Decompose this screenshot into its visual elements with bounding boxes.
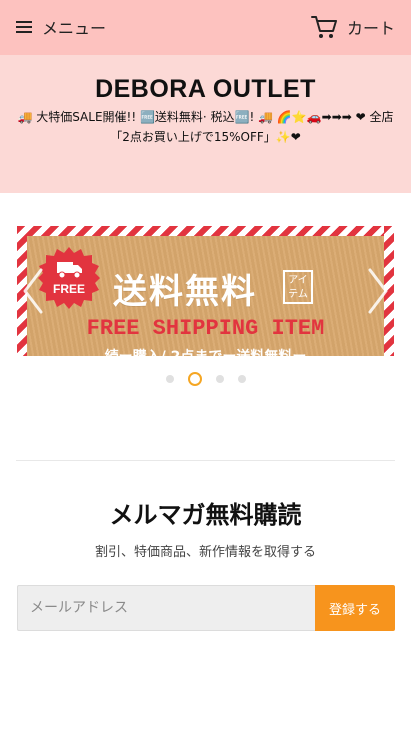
slider-prev-arrow-icon[interactable] — [21, 266, 45, 316]
cart-label: カート — [346, 19, 395, 38]
section-divider — [16, 460, 395, 461]
banner-title: 送料無料 — [113, 272, 257, 312]
store-logo[interactable]: DEBORA OUTLET — [0, 75, 411, 104]
subscribe-button[interactable]: 登録する — [315, 585, 395, 631]
promo-slider: FREE 送料無料 アイテム FREE SHIPPING ITEM 続ー購入/ … — [17, 226, 394, 356]
announcement-text: 🚚 大特価SALE開催!! 🆓送料無料· 税込🆓! 🚚 🌈⭐🚗➡➡➡ ❤ 全店「… — [17, 110, 394, 144]
hamburger-icon — [16, 20, 32, 34]
slider-dot-4[interactable] — [237, 375, 246, 383]
banner-tag: アイテム — [283, 270, 313, 304]
slider-dot-2[interactable] — [187, 372, 202, 386]
banner-footer-text: 続ー購入/ 2点までー送料無料ー — [17, 346, 394, 356]
top-bar: メニュー カート — [0, 0, 411, 55]
badge-free-text: FREE — [52, 282, 85, 296]
slider-dots — [0, 372, 411, 386]
newsletter-description: 割引、特価商品、新作情報を取得する — [94, 545, 316, 560]
menu-button[interactable]: メニュー — [16, 15, 106, 39]
store-header: DEBORA OUTLET 🚚 大特価SALE開催!! 🆓送料無料· 税込🆓! … — [0, 55, 411, 193]
newsletter-title: メルマガ無料購読 — [109, 501, 302, 529]
banner-subtitle: FREE SHIPPING ITEM — [86, 316, 325, 341]
cart-icon — [310, 16, 337, 38]
menu-label: メニュー — [42, 19, 107, 38]
cart-button[interactable]: カート — [310, 13, 395, 41]
email-input[interactable] — [17, 585, 315, 631]
free-shipping-banner[interactable]: FREE 送料無料 アイテム FREE SHIPPING ITEM 続ー購入/ … — [17, 226, 394, 356]
banner-stripe-top — [17, 226, 394, 236]
slider-dot-1[interactable] — [165, 375, 174, 383]
truck-badge-icon — [38, 247, 100, 309]
slider-dot-3[interactable] — [215, 375, 224, 383]
slider-next-arrow-icon[interactable] — [366, 266, 390, 316]
